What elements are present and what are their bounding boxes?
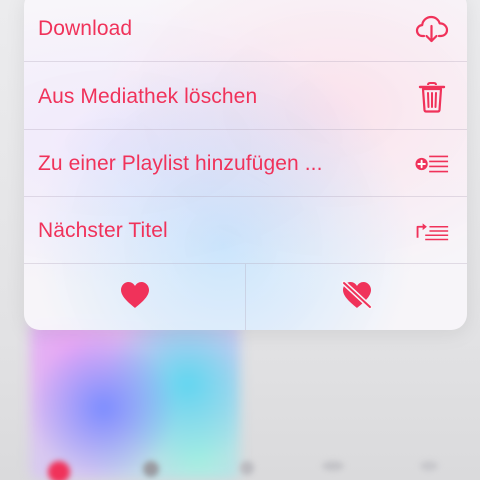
heart-dislike-icon [339,279,375,316]
play-next-menu-item[interactable]: Nächster Titel [24,198,467,264]
delete-from-library-menu-item[interactable]: Aus Mediathek löschen [24,64,467,130]
add-to-playlist-menu-item[interactable]: Zu einer Playlist hinzufügen ... [24,131,467,197]
context-menu: Download Aus Mediathek löschen Zu einer … [24,0,467,330]
add-to-playlist-label: Zu einer Playlist hinzufügen ... [38,151,323,175]
love-button[interactable] [24,264,245,330]
delete-from-library-label: Aus Mediathek löschen [38,84,258,108]
download-label: Download [38,16,133,40]
play-next-label: Nächster Titel [38,218,168,242]
trash-icon [415,80,449,114]
download-menu-item[interactable]: Download [24,0,467,62]
reaction-row [24,264,467,330]
dislike-button[interactable] [245,264,467,330]
cloud-download-icon [415,12,449,46]
play-next-icon [415,214,449,248]
tab-bar-blurred [0,455,480,480]
add-to-playlist-icon [415,147,449,181]
heart-icon [119,280,151,315]
